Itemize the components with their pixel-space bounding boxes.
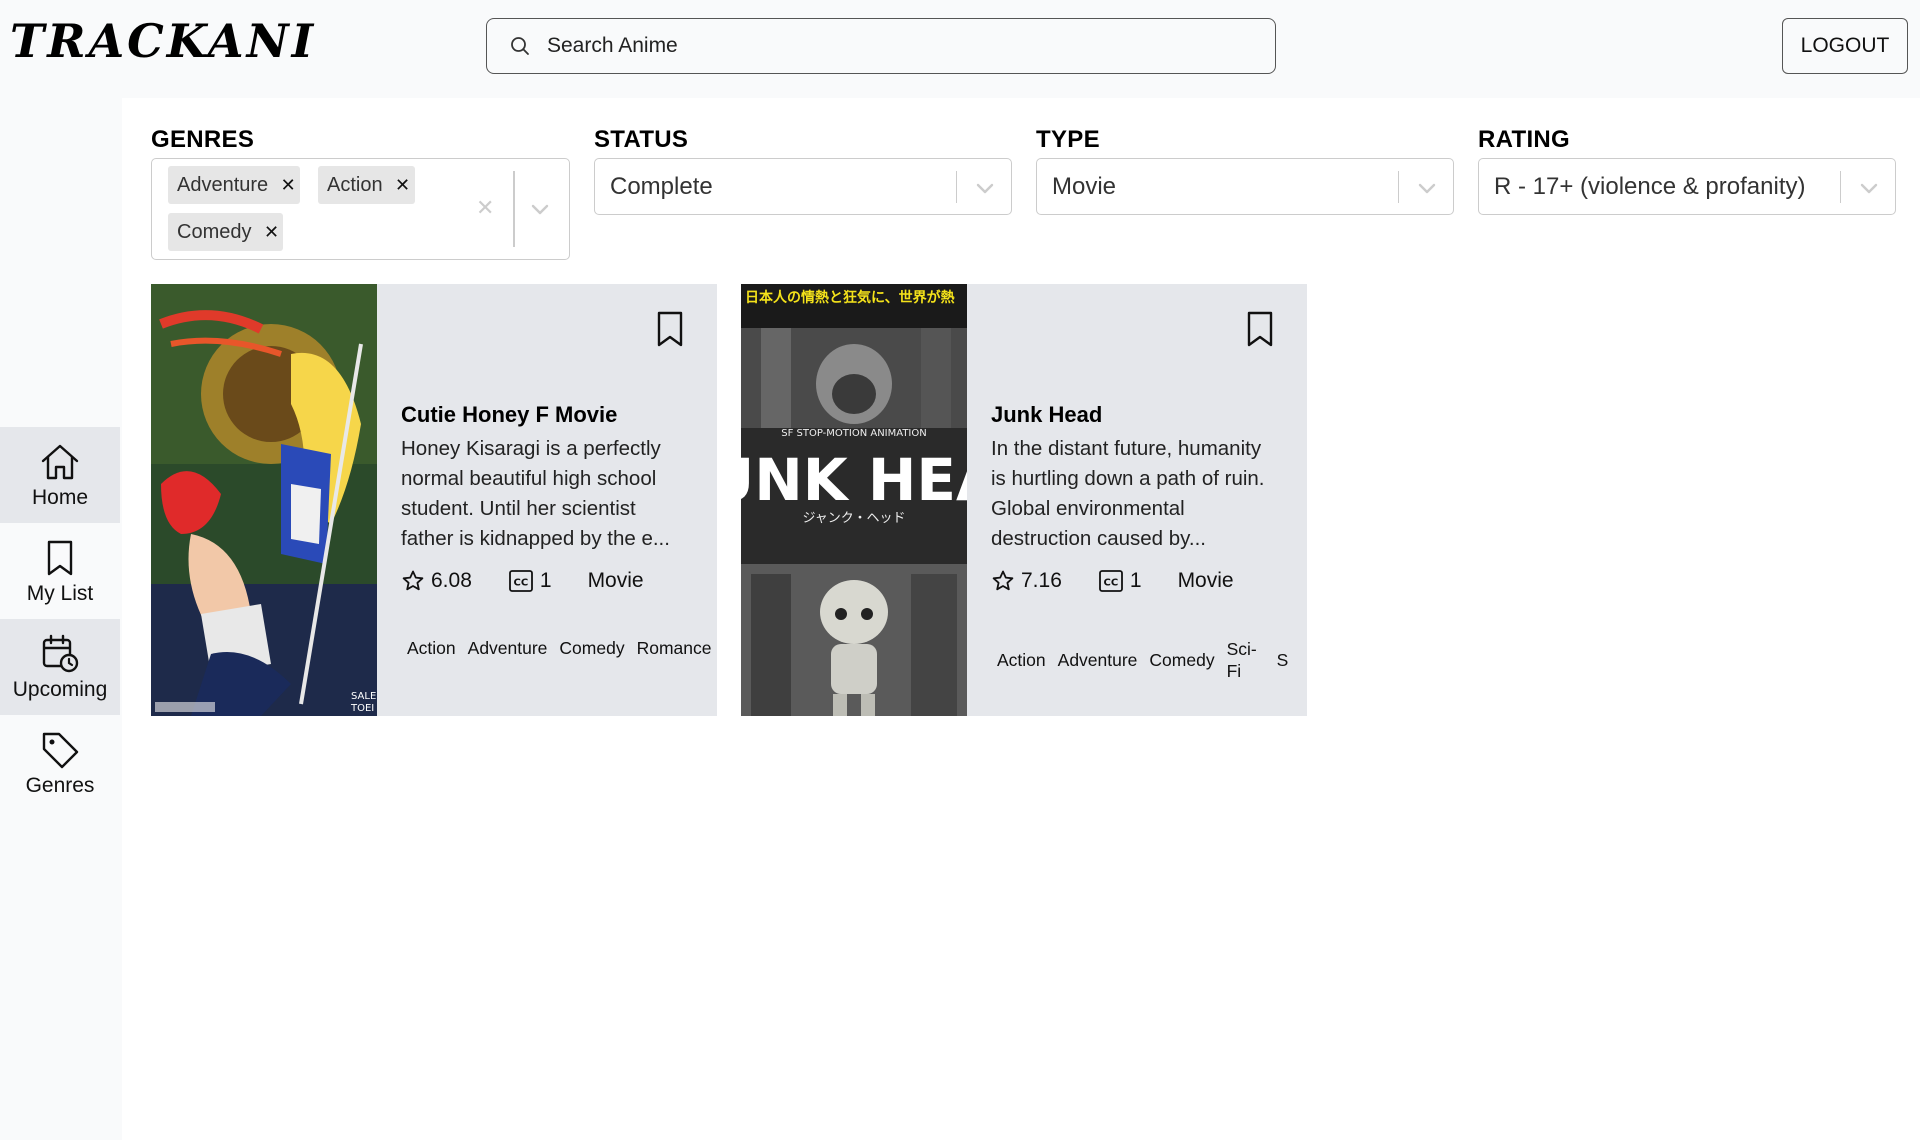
anime-tags: Action Adventure Comedy Romance bbox=[401, 638, 717, 659]
type-filter-label: TYPE bbox=[1036, 126, 1100, 153]
status-value: Complete bbox=[610, 173, 713, 200]
type-value: Movie bbox=[1052, 173, 1117, 200]
anime-tags: Action Adventure Comedy Sci-Fi S bbox=[991, 638, 1294, 682]
star-icon bbox=[401, 569, 425, 593]
app-logo[interactable]: TRACKANI bbox=[10, 14, 316, 68]
status-filter-label: STATUS bbox=[594, 126, 689, 153]
rating-filter-label: RATING bbox=[1478, 126, 1571, 153]
anime-episodes: 1 bbox=[1129, 569, 1142, 592]
sidebar-item-home[interactable]: Home bbox=[0, 427, 120, 523]
select-separator bbox=[1397, 171, 1399, 203]
genre-chip: Comedy ✕ bbox=[168, 213, 284, 251]
anime-meta: 7.16 CC 1 Movie bbox=[991, 569, 1234, 593]
sidebar-item-label: Upcoming bbox=[12, 678, 108, 701]
search-input[interactable] bbox=[547, 34, 1247, 58]
header: TRACKANI LOGOUT bbox=[0, 0, 1920, 98]
genre-tag[interactable]: Comedy bbox=[1149, 650, 1214, 671]
remove-chip-icon[interactable]: ✕ bbox=[391, 166, 415, 204]
poster-caption: ジャンク・ヘッド bbox=[802, 511, 905, 526]
anime-title[interactable]: Cutie Honey F Movie bbox=[401, 402, 617, 428]
search-icon bbox=[509, 35, 531, 57]
sidebar-item-label: Genres bbox=[25, 774, 95, 797]
sidebar-item-my-list[interactable]: My List bbox=[0, 523, 120, 619]
poster-top-text: 日本人の情熱と狂気に、世界が熱 bbox=[745, 289, 955, 306]
poster-title-text: UNK HEA bbox=[741, 446, 967, 514]
star-icon bbox=[991, 569, 1015, 593]
remove-chip-icon[interactable]: ✕ bbox=[259, 213, 283, 251]
anime-card[interactable]: 日本人の情熱と狂気に、世界が熱 SF STOP-MOTION ANIMATION… bbox=[741, 284, 1307, 716]
home-icon bbox=[38, 440, 82, 484]
svg-text:CC: CC bbox=[513, 578, 528, 589]
anime-type: Movie bbox=[1177, 569, 1234, 592]
select-separator bbox=[955, 171, 957, 203]
bookmark-icon bbox=[38, 536, 82, 580]
sidebar-item-upcoming[interactable]: Upcoming bbox=[0, 619, 120, 715]
rating-select[interactable]: R - 17+ (violence & profanity) bbox=[1478, 158, 1896, 215]
closed-captions-icon: CC bbox=[1098, 569, 1124, 593]
genre-tag[interactable]: Action bbox=[997, 650, 1046, 671]
svg-text:CC: CC bbox=[1103, 578, 1118, 589]
closed-captions-icon: CC bbox=[508, 569, 534, 593]
chevron-down-icon[interactable] bbox=[1415, 176, 1439, 200]
logout-button[interactable]: LOGOUT bbox=[1782, 18, 1908, 74]
type-select[interactable]: Movie bbox=[1036, 158, 1454, 215]
svg-text:TOEI: TOEI bbox=[350, 703, 374, 714]
tag-icon bbox=[38, 728, 82, 772]
genres-multiselect[interactable]: Adventure ✕ Action ✕ Comedy ✕ ✕ bbox=[151, 158, 570, 260]
genre-tag[interactable]: Adventure bbox=[468, 638, 548, 659]
genre-tag[interactable]: S bbox=[1277, 650, 1289, 671]
sidebar-item-genres[interactable]: Genres bbox=[0, 715, 120, 811]
anime-meta: 6.08 CC 1 Movie bbox=[401, 569, 644, 593]
genre-tag[interactable]: Action bbox=[407, 638, 456, 659]
svg-text:SALE: SALE bbox=[351, 691, 376, 702]
clear-all-icon[interactable]: ✕ bbox=[476, 195, 494, 221]
anime-score: 7.16 bbox=[1021, 569, 1062, 592]
anime-card[interactable]: SALE TOEI Cutie Honey F Movie Honey Kisa… bbox=[151, 284, 717, 716]
select-separator bbox=[513, 171, 515, 247]
anime-title[interactable]: Junk Head bbox=[991, 402, 1102, 428]
chevron-down-icon[interactable] bbox=[528, 197, 552, 221]
genre-tag[interactable]: Comedy bbox=[559, 638, 624, 659]
search-bar[interactable] bbox=[486, 18, 1276, 74]
bookmark-icon[interactable] bbox=[1245, 310, 1277, 350]
remove-chip-icon[interactable]: ✕ bbox=[276, 166, 300, 204]
anime-synopsis: Honey Kisaragi is a perfectly normal bea… bbox=[401, 437, 670, 550]
genre-tag[interactable]: Romance bbox=[637, 638, 712, 659]
chevron-down-icon[interactable] bbox=[1857, 176, 1881, 200]
genre-tag[interactable]: Sci-Fi bbox=[1227, 638, 1265, 682]
rating-value: R - 17+ (violence & profanity) bbox=[1494, 173, 1806, 200]
status-select[interactable]: Complete bbox=[594, 158, 1012, 215]
anime-score: 6.08 bbox=[431, 569, 472, 592]
anime-type: Movie bbox=[587, 569, 644, 592]
anime-episodes: 1 bbox=[539, 569, 552, 592]
select-separator bbox=[1839, 171, 1841, 203]
bookmark-icon[interactable] bbox=[655, 310, 687, 350]
anime-poster[interactable]: 日本人の情熱と狂気に、世界が熱 SF STOP-MOTION ANIMATION… bbox=[741, 284, 967, 716]
anime-synopsis: In the distant future, humanity is hurtl… bbox=[991, 437, 1265, 550]
chevron-down-icon[interactable] bbox=[973, 176, 997, 200]
poster-subtitle: SF STOP-MOTION ANIMATION bbox=[781, 428, 926, 439]
anime-poster[interactable]: SALE TOEI bbox=[151, 284, 377, 716]
sidebar-item-label: Home bbox=[31, 486, 89, 509]
sidebar: Home My List Upcoming Genres bbox=[0, 98, 122, 1140]
calendar-clock-icon bbox=[38, 632, 82, 676]
genres-filter-label: GENRES bbox=[151, 126, 255, 153]
genre-tag[interactable]: Adventure bbox=[1058, 650, 1138, 671]
sidebar-item-label: My List bbox=[26, 582, 94, 605]
genre-chip: Action ✕ bbox=[318, 166, 415, 204]
genre-chip: Adventure ✕ bbox=[168, 166, 301, 204]
